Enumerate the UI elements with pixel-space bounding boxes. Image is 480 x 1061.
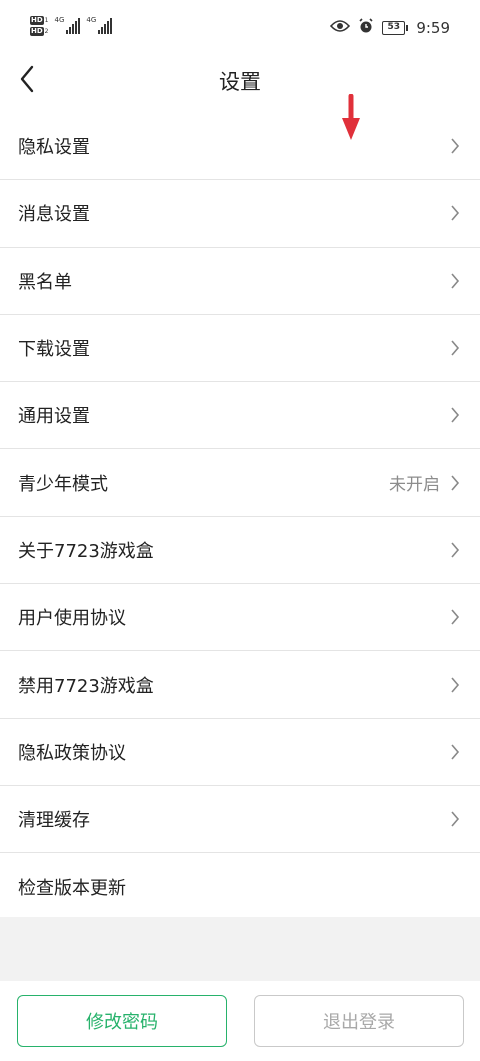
item-label: 下载设置 (18, 339, 90, 361)
header: 设置 (0, 56, 480, 106)
item-label: 清理缓存 (18, 810, 90, 832)
hd-label: HD (30, 16, 44, 25)
chevron-right-icon (451, 744, 460, 760)
item-label: 用户使用协议 (18, 608, 126, 630)
settings-list: 隐私设置 消息设置 黑名单 下载设置 通用设置 青少年模式 未开启 关于7723… (0, 113, 480, 921)
settings-item-check-update[interactable]: 检查版本更新 (0, 853, 480, 920)
hd-indicators: HD 1 HD 2 (30, 16, 49, 36)
item-label: 关于7723游戏盒 (18, 540, 154, 562)
item-label: 隐私设置 (18, 137, 90, 159)
settings-item-disable-app[interactable]: 禁用7723游戏盒 (0, 651, 480, 719)
settings-item-privacy-policy[interactable]: 隐私政策协议 (0, 719, 480, 786)
item-label: 青少年模式 (18, 473, 108, 495)
hd-sub: 2 (44, 28, 49, 35)
status-right: 53 9:59 (330, 18, 450, 38)
item-label: 禁用7723游戏盒 (18, 675, 154, 697)
item-label: 通用设置 (18, 406, 90, 428)
settings-item-clear-cache[interactable]: 清理缓存 (0, 786, 480, 854)
hd-label: HD (30, 27, 44, 36)
chevron-right-icon (451, 475, 460, 491)
status-bar: HD 1 HD 2 4G 4G 53 9:59 (0, 0, 480, 56)
page-title: 设置 (219, 70, 261, 94)
chevron-right-icon (451, 542, 460, 558)
settings-item-download[interactable]: 下载设置 (0, 315, 480, 383)
footer: 修改密码 退出登录 (0, 981, 480, 1061)
hd-icon: HD 1 (30, 16, 49, 25)
logout-button[interactable]: 退出登录 (254, 995, 464, 1047)
item-label: 消息设置 (18, 204, 90, 226)
settings-item-blacklist[interactable]: 黑名单 (0, 248, 480, 315)
alarm-icon (358, 18, 374, 38)
chevron-right-icon (451, 407, 460, 423)
signal-icon: 4G (55, 16, 81, 34)
item-label: 黑名单 (18, 271, 72, 293)
battery-level: 53 (382, 21, 406, 35)
chevron-right-icon (451, 205, 460, 221)
change-password-button[interactable]: 修改密码 (17, 995, 227, 1047)
battery-icon: 53 (382, 21, 409, 35)
eye-icon (330, 19, 351, 37)
settings-item-general[interactable]: 通用设置 (0, 382, 480, 450)
settings-item-about[interactable]: 关于7723游戏盒 (0, 517, 480, 585)
settings-item-messages[interactable]: 消息设置 (0, 180, 480, 248)
chevron-right-icon (451, 138, 460, 154)
status-left: HD 1 HD 2 4G 4G (30, 16, 113, 36)
signal-icon: 4G (86, 16, 113, 34)
clock: 9:59 (416, 19, 450, 37)
chevron-right-icon (451, 273, 460, 289)
network-type: 4G (86, 16, 97, 24)
chevron-right-icon (451, 676, 460, 693)
settings-item-privacy[interactable]: 隐私设置 (0, 113, 480, 181)
item-label: 检查版本更新 (18, 877, 126, 899)
hd-icon: HD 2 (30, 27, 49, 36)
chevron-right-icon (451, 340, 460, 356)
youth-mode-status: 未开启 (389, 475, 440, 496)
chevron-right-icon (451, 811, 460, 827)
item-label: 隐私政策协议 (18, 742, 126, 764)
network-type: 4G (54, 16, 65, 24)
settings-item-youth-mode[interactable]: 青少年模式 未开启 (0, 449, 480, 517)
hd-sub: 1 (44, 17, 49, 24)
settings-item-user-agreement[interactable]: 用户使用协议 (0, 584, 480, 652)
chevron-right-icon (451, 609, 460, 625)
